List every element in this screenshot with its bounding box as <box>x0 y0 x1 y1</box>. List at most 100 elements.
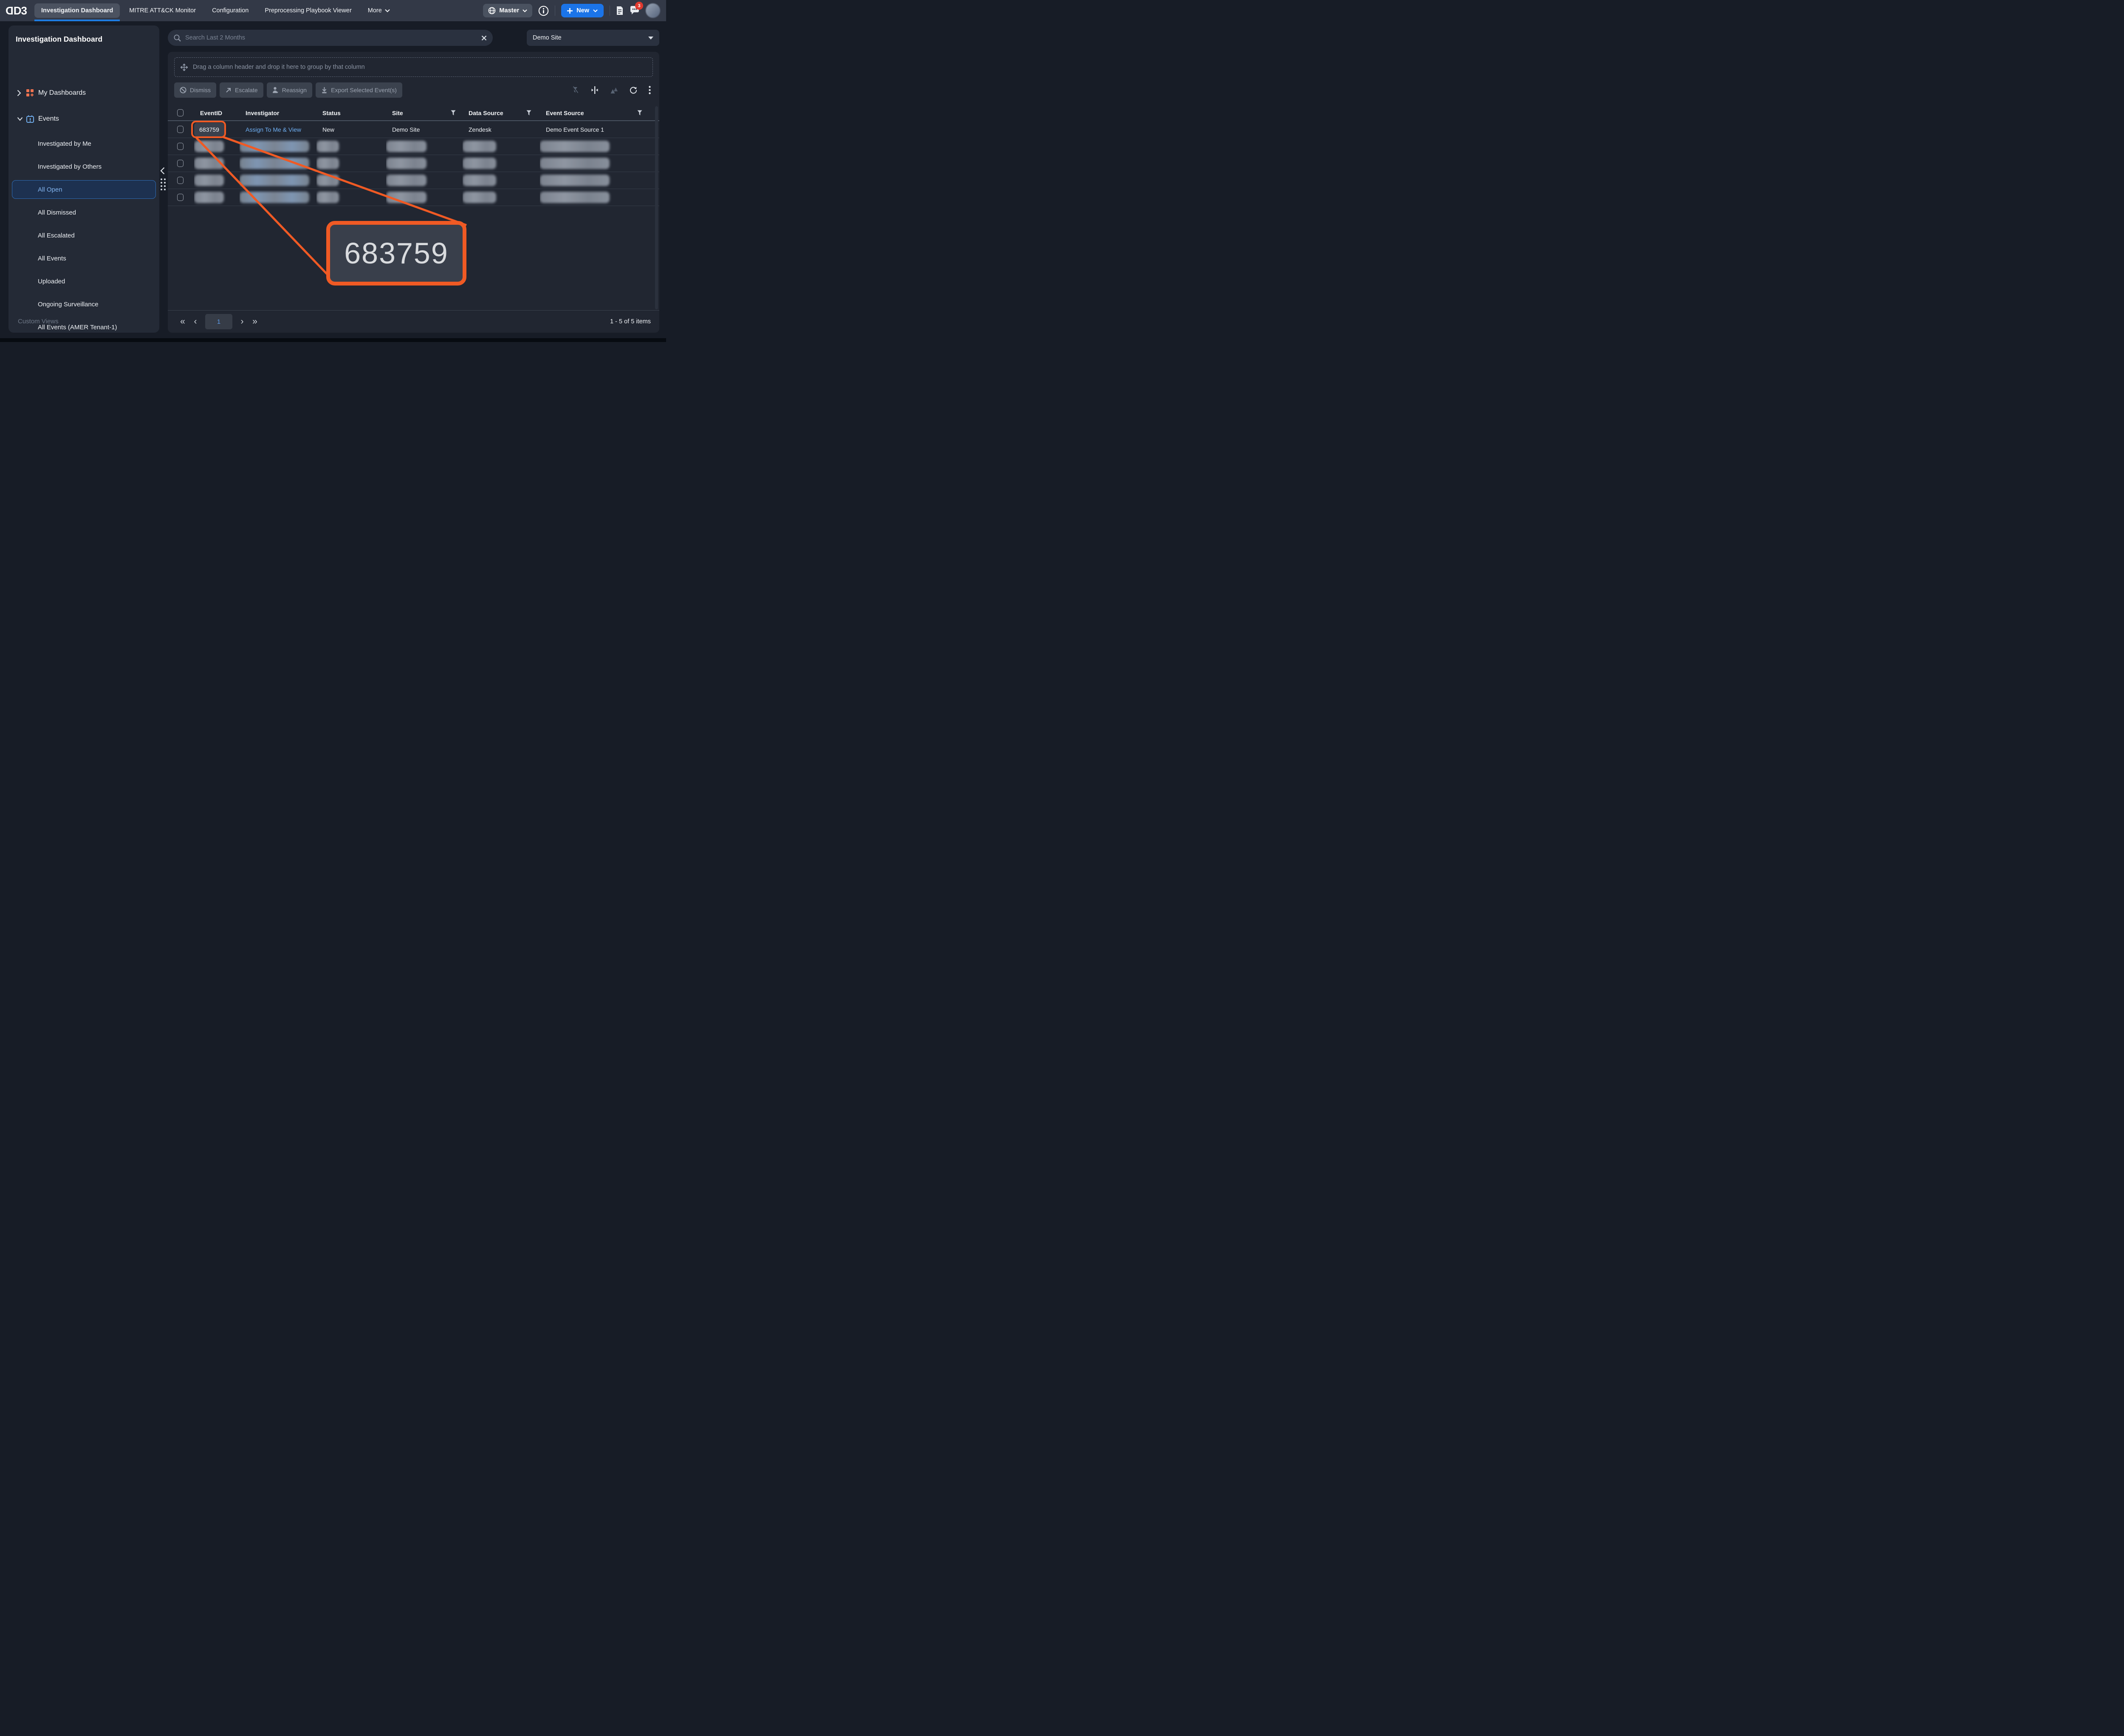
filter-funnel-icon[interactable] <box>526 110 531 116</box>
select-all-checkbox[interactable] <box>177 109 184 116</box>
new-button[interactable]: New <box>561 4 604 17</box>
sidebar-item-all-events[interactable]: All Events <box>12 249 156 268</box>
row-checkbox[interactable] <box>177 126 184 133</box>
clear-sort-icon[interactable] <box>610 87 618 94</box>
redacted-event-source <box>540 175 610 186</box>
sidebar-item-all-dismissed[interactable]: All Dismissed <box>12 203 156 222</box>
table-row[interactable]: 683759 Assign To Me & View New Demo Site… <box>168 121 659 138</box>
sidebar-resize-handle-icon[interactable] <box>161 178 166 191</box>
sidebar: Investigation Dashboard My Dashboards Ev… <box>8 25 159 333</box>
column-header-status[interactable]: Status <box>316 105 386 120</box>
new-button-label: New <box>576 7 589 14</box>
group-by-hint: Drag a column header and drop it here to… <box>193 64 365 71</box>
column-header-site[interactable]: Site <box>386 105 463 120</box>
sidebar-section-my-dashboards[interactable]: My Dashboards <box>8 88 159 99</box>
redacted-eventid <box>194 192 224 203</box>
user-avatar[interactable] <box>646 3 660 18</box>
refresh-icon[interactable] <box>630 86 637 94</box>
row-checkbox[interactable] <box>177 143 184 150</box>
column-header-eventid[interactable]: EventID <box>194 105 240 120</box>
chevron-right-icon <box>17 90 23 96</box>
clear-filters-icon[interactable] <box>571 86 579 94</box>
pagination-bar: « ‹ 1 › » 1 - 5 of 5 items <box>168 310 659 333</box>
column-resize-icon[interactable] <box>590 86 599 94</box>
status-cell: New <box>316 121 386 138</box>
filter-funnel-icon[interactable] <box>637 110 642 116</box>
sidebar-item-all-open[interactable]: All Open <box>12 180 156 199</box>
item-label: Uploaded <box>38 278 65 285</box>
tab-configuration[interactable]: Configuration <box>205 3 255 18</box>
row-checkbox[interactable] <box>177 177 184 184</box>
tab-preprocessing-playbook-viewer[interactable]: Preprocessing Playbook Viewer <box>258 3 358 18</box>
column-label: Site <box>392 110 403 116</box>
tab-label: Configuration <box>212 7 249 14</box>
current-page-indicator[interactable]: 1 <box>205 314 232 329</box>
site-filter-select[interactable]: Demo Site <box>527 30 659 46</box>
tab-label: Investigation Dashboard <box>41 7 113 14</box>
table-row-redacted[interactable] <box>168 189 659 206</box>
info-icon[interactable] <box>538 6 549 16</box>
reports-icon[interactable] <box>616 6 624 15</box>
filter-funnel-icon[interactable] <box>451 110 456 116</box>
dismiss-button[interactable]: Dismiss <box>174 82 216 98</box>
sidebar-title: Investigation Dashboard <box>16 35 102 44</box>
d3-logo[interactable]: DD3 <box>6 4 27 17</box>
sidebar-item-investigated-by-others[interactable]: Investigated by Others <box>12 157 156 176</box>
previous-page-button[interactable]: ‹ <box>189 317 202 327</box>
more-options-icon[interactable] <box>649 86 651 94</box>
vertical-scrollbar[interactable] <box>655 106 658 309</box>
column-label: Data Source <box>469 110 503 116</box>
item-label: Ongoing Surveillance <box>38 301 99 308</box>
sidebar-section-events[interactable]: Events <box>8 113 159 124</box>
notifications-button[interactable]: 3 <box>630 6 640 15</box>
table-row-redacted[interactable] <box>168 155 659 172</box>
last-page-button[interactable]: » <box>249 317 261 327</box>
eventid-cell: 683759 <box>194 121 240 138</box>
table-row-redacted[interactable] <box>168 138 659 155</box>
sidebar-item-uploaded[interactable]: Uploaded <box>12 272 156 291</box>
assign-to-me-link[interactable]: Assign To Me & View <box>246 126 301 133</box>
redacted-site <box>386 192 426 203</box>
redacted-investigator <box>240 158 309 169</box>
redacted-data-source <box>463 141 496 152</box>
column-header-event-source[interactable]: Event Source <box>540 105 659 120</box>
items-count-summary: 1 - 5 of 5 items <box>610 318 651 325</box>
item-label: All Open <box>38 186 62 193</box>
plus-icon <box>567 8 573 14</box>
sidebar-item-ongoing-surveillance[interactable]: Ongoing Surveillance <box>12 295 156 314</box>
next-page-button[interactable]: › <box>236 317 249 327</box>
events-grid-panel: Drag a column header and drop it here to… <box>168 52 659 333</box>
investigator-cell: Assign To Me & View <box>240 121 316 138</box>
tenant-label: Master <box>499 7 519 14</box>
tab-investigation-dashboard[interactable]: Investigation Dashboard <box>34 3 120 18</box>
move-arrows-icon <box>181 64 188 71</box>
dashboards-grid-icon <box>26 89 34 97</box>
first-page-button[interactable]: « <box>176 317 189 327</box>
tenant-selector[interactable]: Master <box>483 4 532 17</box>
button-label: Reassign <box>282 87 307 93</box>
row-checkbox[interactable] <box>177 194 184 201</box>
sidebar-item-all-escalated[interactable]: All Escalated <box>12 226 156 245</box>
row-checkbox[interactable] <box>177 160 184 167</box>
escalate-button[interactable]: Escalate <box>220 82 263 98</box>
sidebar-item-investigated-by-me[interactable]: Investigated by Me <box>12 134 156 153</box>
column-header-investigator[interactable]: Investigator <box>240 105 316 120</box>
tab-label: Preprocessing Playbook Viewer <box>265 7 351 14</box>
chevron-down-icon <box>523 9 527 12</box>
search-input[interactable] <box>185 34 481 41</box>
redacted-data-source <box>463 192 496 203</box>
event-id-value: 683759 <box>194 123 224 136</box>
bulk-actions-toolbar: Dismiss Escalate Reassign Export Selecte… <box>174 82 402 98</box>
table-row-redacted[interactable] <box>168 172 659 189</box>
item-label: Investigated by Me <box>38 140 91 147</box>
redacted-investigator <box>240 175 309 186</box>
sidebar-collapse-icon[interactable] <box>160 167 165 175</box>
export-selected-events-button[interactable]: Export Selected Event(s) <box>316 82 402 98</box>
reassign-button[interactable]: Reassign <box>267 82 312 98</box>
clear-search-icon[interactable] <box>481 35 487 41</box>
group-by-dropzone[interactable]: Drag a column header and drop it here to… <box>174 57 653 77</box>
column-header-data-source[interactable]: Data Source <box>463 105 540 120</box>
search-bar <box>168 30 493 46</box>
tab-more[interactable]: More <box>361 3 397 18</box>
tab-mitre-attack-monitor[interactable]: MITRE ATT&CK Monitor <box>122 3 203 18</box>
